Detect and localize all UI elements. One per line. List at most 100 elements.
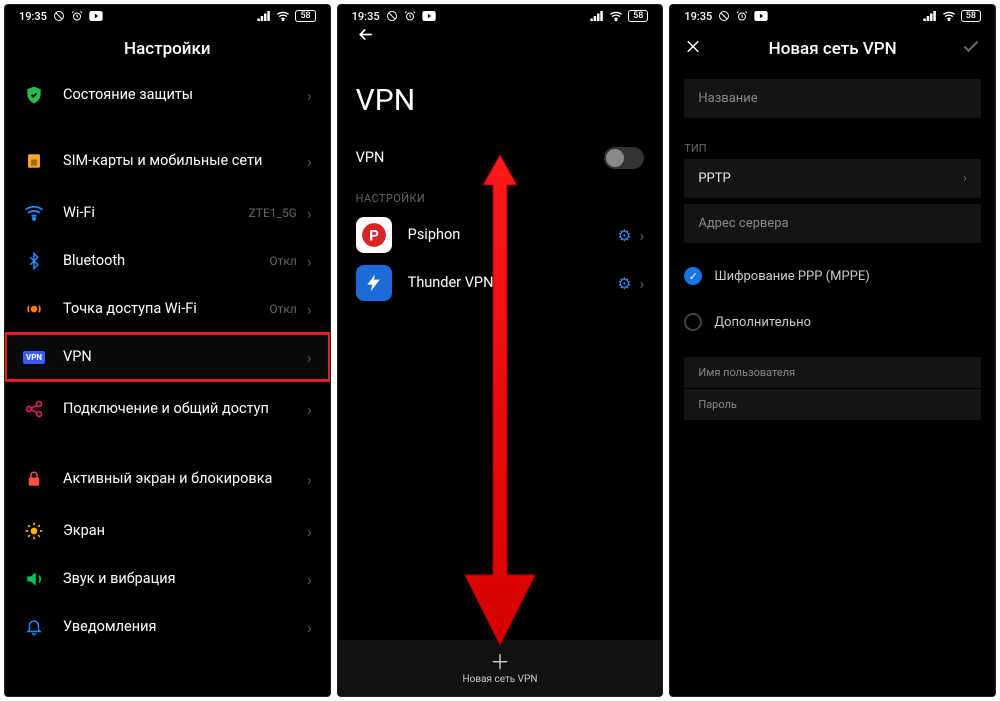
checkbox-label: Шифрование PPP (MPPE) <box>714 269 869 284</box>
toggle-label: VPN <box>356 149 605 167</box>
settings-item-label: Wi-Fi <box>63 204 249 222</box>
vpn-password-input[interactable]: Пароль <box>684 389 981 420</box>
alarm-icon <box>71 10 83 22</box>
header: Новая сеть VPN <box>670 27 995 71</box>
chevron-right-icon: › <box>307 618 312 637</box>
battery-icon: 58 <box>961 10 981 22</box>
settings-item-label: SIM-карты и мобильные сети <box>63 152 307 170</box>
vpn-icon: VPN <box>23 346 45 368</box>
lock-icon <box>23 468 45 490</box>
wifi-icon <box>942 11 956 21</box>
battery-icon: 58 <box>628 10 648 22</box>
gear-icon[interactable]: ⚙ <box>617 274 631 293</box>
back-button[interactable] <box>356 24 376 49</box>
vpn-app-label: Psiphon <box>408 226 618 244</box>
add-vpn-label: Новая сеть VPN <box>463 674 538 685</box>
youtube-icon <box>422 11 436 21</box>
chevron-right-icon: › <box>307 300 312 319</box>
settings-item-security[interactable]: Состояние защиты › <box>5 71 330 119</box>
settings-item-label: Состояние защиты <box>63 86 307 104</box>
status-bar: 19:35 58 <box>338 5 663 27</box>
signal-icon <box>923 11 937 21</box>
youtube-icon <box>89 11 103 21</box>
bell-icon <box>23 616 45 638</box>
signal-icon <box>257 11 271 21</box>
settings-item-label: Подключение и общий доступ <box>63 400 307 418</box>
chevron-right-icon: › <box>307 152 312 171</box>
header <box>338 27 663 71</box>
settings-item-status: ZTE1_5G <box>249 206 297 220</box>
youtube-icon <box>754 11 768 21</box>
plus-icon: ＋ <box>490 652 510 672</box>
settings-item-hotspot[interactable]: Точка доступа Wi-Fi Откл › <box>5 285 330 333</box>
settings-item-label: Активный экран и блокировка <box>63 470 307 488</box>
settings-item-share[interactable]: Подключение и общий доступ › <box>5 381 330 437</box>
vpn-server-input[interactable]: Адрес сервера <box>684 204 981 243</box>
vpn-app-psiphon[interactable]: P Psiphon ⚙ › <box>338 211 663 259</box>
brightness-icon <box>23 520 45 542</box>
close-button[interactable] <box>684 38 702 61</box>
confirm-button[interactable] <box>961 37 981 62</box>
settings-item-label: Точка доступа Wi-Fi <box>63 300 269 318</box>
share-icon <box>23 398 45 420</box>
gear-icon[interactable]: ⚙ <box>617 226 631 245</box>
wifi-icon <box>609 11 623 21</box>
chevron-right-icon: › <box>307 252 312 271</box>
checkbox-label: Дополнительно <box>714 315 811 330</box>
chevron-right-icon: › <box>307 570 312 589</box>
wifi-icon <box>276 11 290 21</box>
status-time: 19:35 <box>352 10 380 23</box>
signal-icon <box>590 11 604 21</box>
chevron-right-icon: › <box>640 226 645 245</box>
vpn-toggle[interactable] <box>604 147 644 169</box>
status-time: 19:35 <box>684 10 712 23</box>
settings-item-label: Уведомления <box>63 618 307 636</box>
chevron-right-icon: › <box>307 204 312 223</box>
dnd-icon <box>386 10 398 22</box>
shield-icon <box>23 84 45 106</box>
bluetooth-icon <box>23 250 45 272</box>
status-time: 19:35 <box>19 10 47 23</box>
page-title: VPN <box>338 71 663 134</box>
settings-item-sound[interactable]: Звук и вибрация › <box>5 555 330 603</box>
svg-text:P: P <box>369 226 379 244</box>
vpn-app-label: Thunder VPN <box>408 274 618 292</box>
status-bar: 19:35 58 <box>5 5 330 27</box>
checkbox-unchecked-icon <box>684 313 702 331</box>
settings-item-vpn[interactable]: VPN VPN › <box>5 333 330 381</box>
section-label: НАСТРОЙКИ <box>338 182 663 211</box>
vpn-master-toggle-row[interactable]: VPN <box>338 134 663 182</box>
additional-checkbox-row[interactable]: Дополнительно <box>670 303 995 341</box>
battery-icon: 58 <box>295 10 315 22</box>
type-section-label: ТИП <box>670 132 995 159</box>
thunder-app-icon <box>356 265 392 301</box>
settings-item-bluetooth[interactable]: Bluetooth Откл › <box>5 237 330 285</box>
settings-item-wifi[interactable]: Wi-Fi ZTE1_5G › <box>5 189 330 237</box>
vpn-type-select[interactable]: PPTP › <box>684 159 981 198</box>
chevron-right-icon: › <box>963 171 967 186</box>
settings-item-display[interactable]: Экран › <box>5 507 330 555</box>
sim-icon <box>23 150 45 172</box>
settings-item-notifications[interactable]: Уведомления › <box>5 603 330 651</box>
settings-item-status: Откл <box>269 302 296 316</box>
vpn-name-input[interactable]: Название <box>684 79 981 118</box>
sound-icon <box>23 568 45 590</box>
encryption-checkbox-row[interactable]: ✓ Шифрование PPP (MPPE) <box>670 257 995 295</box>
input-placeholder: Имя пользователя <box>698 366 795 379</box>
settings-item-lockscreen[interactable]: Активный экран и блокировка › <box>5 451 330 507</box>
settings-item-status: Откл <box>269 254 296 268</box>
wifi-icon <box>23 202 45 224</box>
add-vpn-button[interactable]: ＋ Новая сеть VPN <box>338 640 663 696</box>
vpn-app-thunder[interactable]: Thunder VPN ⚙ › <box>338 259 663 307</box>
chevron-right-icon: › <box>640 274 645 293</box>
hotspot-icon <box>23 298 45 320</box>
dnd-icon <box>53 10 65 22</box>
page-title: Новая сеть VPN <box>769 39 897 59</box>
dnd-icon <box>718 10 730 22</box>
checkbox-checked-icon: ✓ <box>684 267 702 285</box>
vpn-new-screen: 19:35 58 Новая сеть VPN Название ТИП PPT… <box>669 4 996 697</box>
vpn-username-input[interactable]: Имя пользователя <box>684 357 981 388</box>
settings-item-label: Звук и вибрация <box>63 570 307 588</box>
settings-item-sim[interactable]: SIM-карты и мобильные сети › <box>5 133 330 189</box>
status-bar: 19:35 58 <box>670 5 995 27</box>
